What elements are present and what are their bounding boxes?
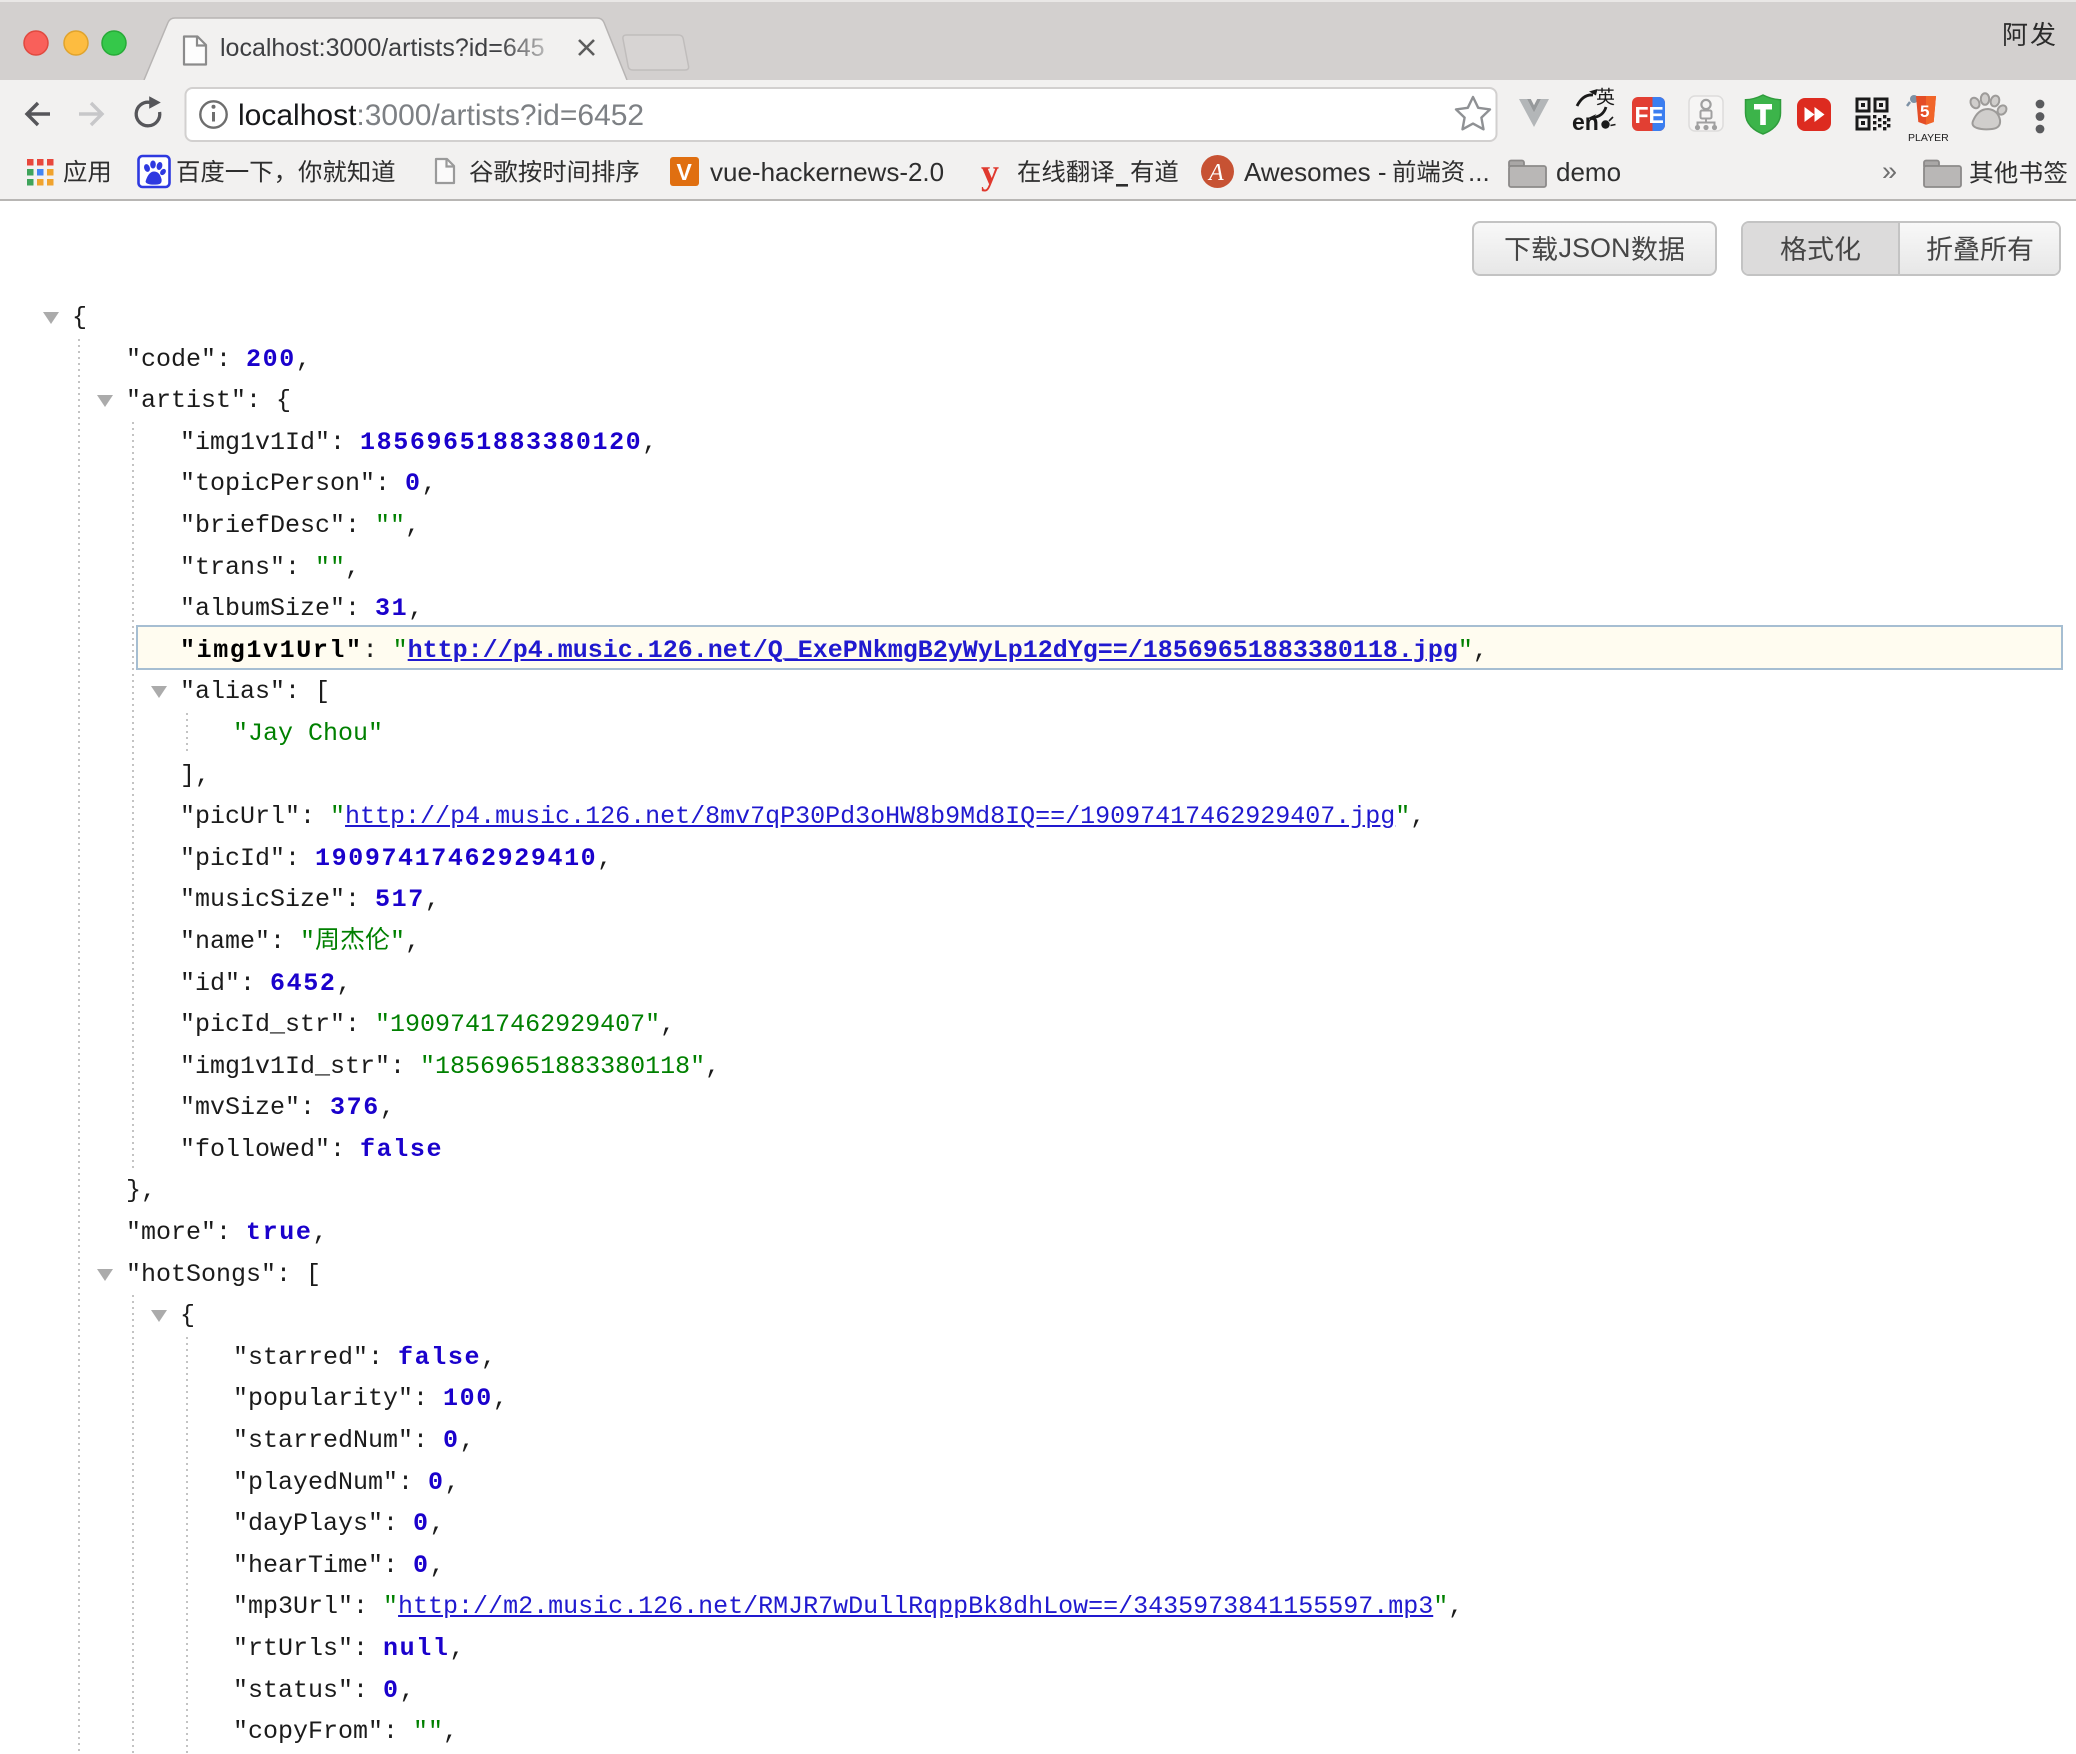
svg-text:vue-hackernews-2.0: vue-hackernews-2.0 (710, 157, 944, 187)
svg-text:en: en (1572, 109, 1599, 135)
svg-text:Awesomes -: Awesomes - (1244, 157, 1387, 187)
svg-text:PLAYER: PLAYER (1908, 132, 1949, 144)
svg-text:y: y (981, 152, 999, 192)
svg-text:5: 5 (1920, 102, 1929, 121)
svg-text:FE: FE (1635, 102, 1664, 128)
svg-text:...: ... (1468, 157, 1490, 187)
svg-text:»: » (1882, 156, 1897, 186)
svg-text:demo: demo (1556, 157, 1621, 187)
svg-text:A: A (1207, 160, 1224, 186)
svg-text:V: V (677, 159, 693, 185)
svg-text:localhost:3000/artists?id=645: localhost:3000/artists?id=645 (220, 34, 545, 62)
svg-text:localhost:3000/artists?id=6452: localhost:3000/artists?id=6452 (238, 99, 644, 132)
